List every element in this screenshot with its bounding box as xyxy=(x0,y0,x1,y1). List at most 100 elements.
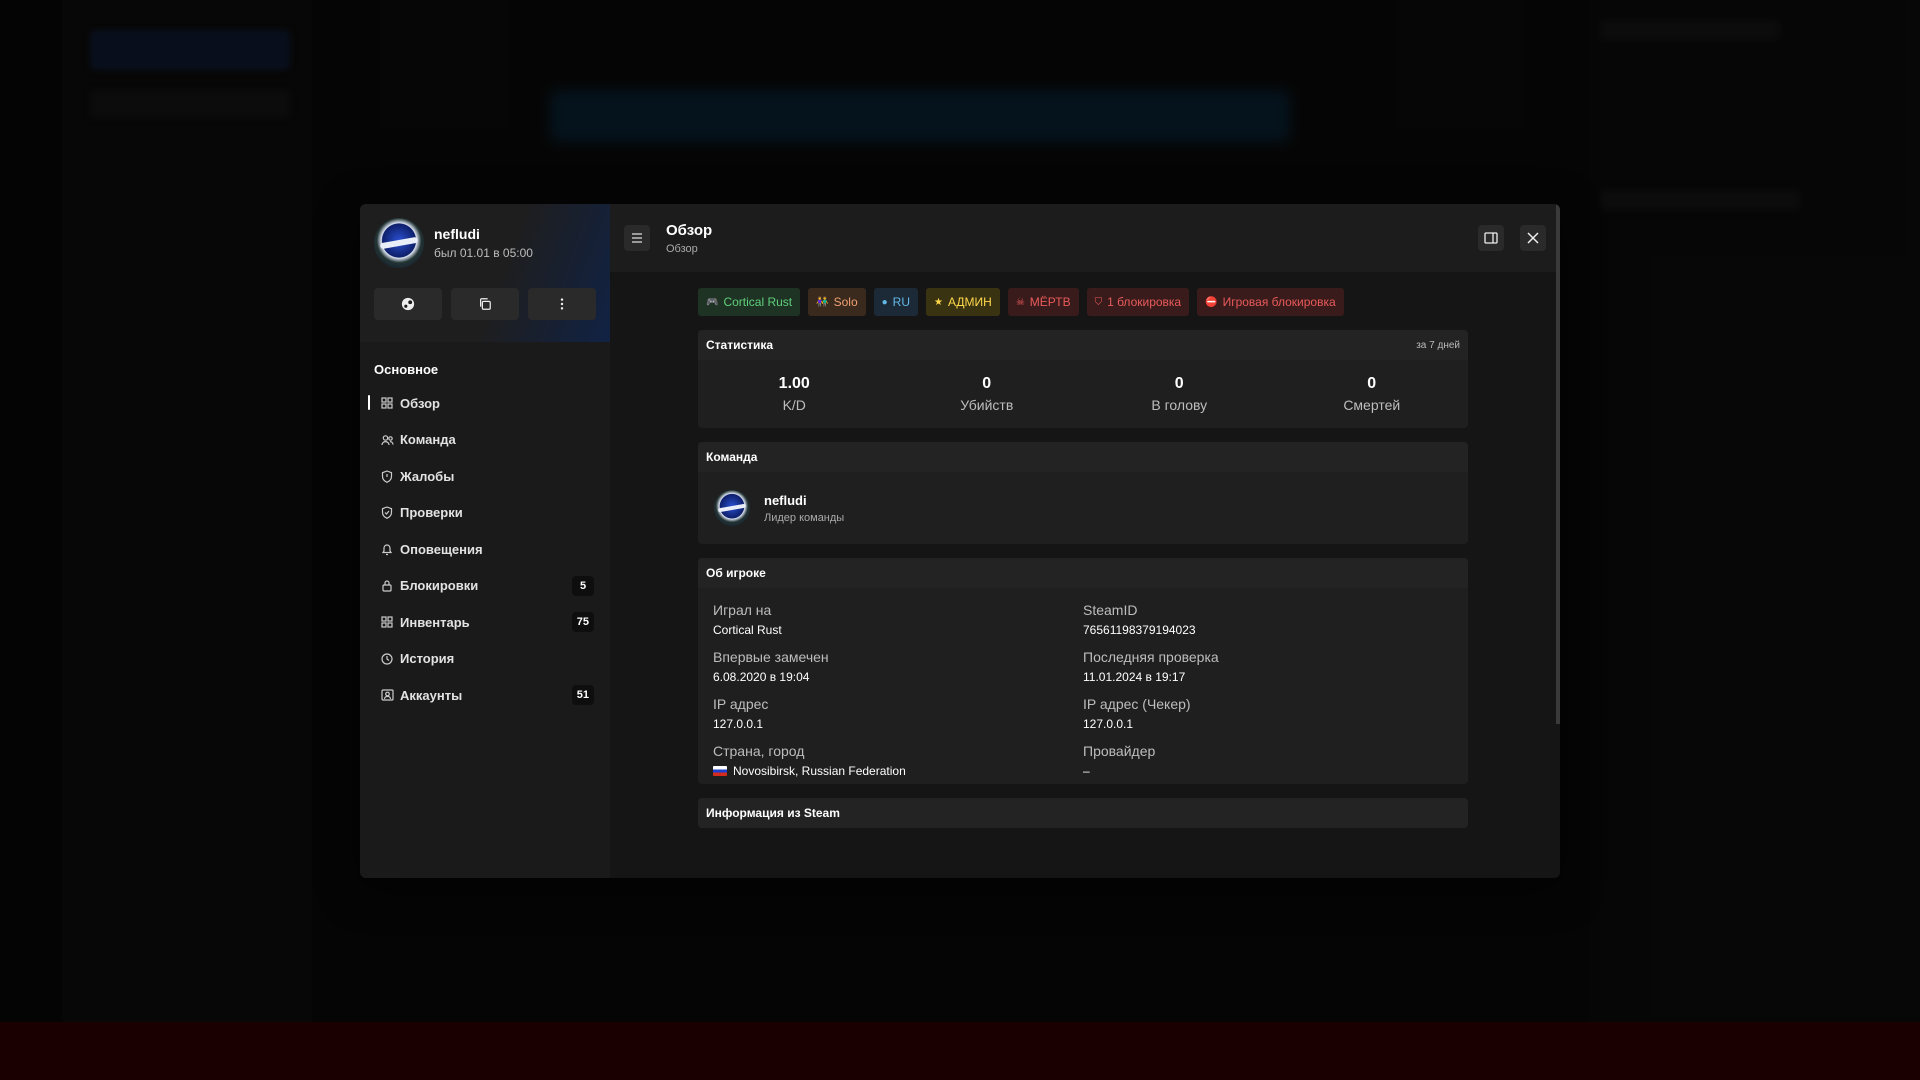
people-icon: 👫 xyxy=(816,296,829,308)
user-info: nefludi был 01.01 в 05:00 xyxy=(374,218,596,268)
sidebar-item-inventory[interactable]: Инвентарь 75 xyxy=(360,604,610,641)
count-badge: 75 xyxy=(571,612,594,633)
server-badge: 🎮 Cortical Rust xyxy=(698,288,801,316)
field-label: Играл на xyxy=(713,602,772,618)
avatar xyxy=(714,490,750,526)
page-title: Обзор xyxy=(666,221,713,239)
sidebar-item-label: Команда xyxy=(400,432,456,448)
field-value: 6.08.2020 в 19:04 xyxy=(713,670,810,684)
field-value: Cortical Rust xyxy=(713,623,782,637)
sidebar-item-checks[interactable]: Проверки xyxy=(360,495,610,532)
stat-kd: 1.00 K/D xyxy=(698,375,891,413)
field-value: 127.0.0.1 xyxy=(713,717,764,731)
info-field: Последняя проверка 11.01.2024 в 19:17 xyxy=(1083,649,1453,684)
shield-check-icon xyxy=(380,506,394,520)
toggle-panel-button[interactable] xyxy=(1478,225,1504,251)
steam-card: Информация из Steam xyxy=(698,798,1468,828)
menu-button[interactable] xyxy=(624,225,650,251)
info-field: Страна, город Novosibirsk, Russian Federa… xyxy=(713,743,1083,778)
member-name: nefludi xyxy=(764,492,807,508)
sidebar-nav: Обзор Команда Жалобы Проверки Оповещения… xyxy=(360,385,610,714)
profile-header: nefludi был 01.01 в 05:00 xyxy=(360,204,610,342)
info-field: SteamID 76561198379194023 xyxy=(1083,602,1453,637)
sidebar-item-history[interactable]: История xyxy=(360,641,610,678)
member-role: Лидер команды xyxy=(764,511,845,524)
skull-icon: ☠ xyxy=(1015,296,1025,308)
sidebar-item-accounts[interactable]: Аккаунты 51 xyxy=(360,677,610,714)
modal-header: Обзор Обзор xyxy=(610,204,1560,272)
copy-icon xyxy=(480,298,491,310)
stats-card: Статистика за 7 дней 1.00 K/D 0 Убийств 0 В… xyxy=(698,330,1468,428)
sidebar-item-label: Оповещения xyxy=(400,541,483,557)
field-label: Страна, город xyxy=(713,743,805,759)
shield-icon xyxy=(380,469,394,483)
field-value-country: Novosibirsk, Russian Federation xyxy=(713,764,1083,778)
russia-flag-icon xyxy=(713,766,727,776)
close-button[interactable] xyxy=(1520,225,1546,251)
page-title-block: Обзор Обзор xyxy=(666,222,712,255)
stat-deaths: 0 Смертей xyxy=(1276,375,1469,413)
team-member[interactable]: nefludi Лидер команды xyxy=(698,472,1468,544)
field-value: 76561198379194023 xyxy=(1083,623,1196,637)
more-vertical-icon xyxy=(560,298,564,310)
card-header: Статистика за 7 дней xyxy=(698,330,1468,360)
sidebar-item-team[interactable]: Команда xyxy=(360,422,610,459)
bell-icon xyxy=(380,542,394,556)
field-value: – xyxy=(1083,764,1090,778)
sidebar-item-overview[interactable]: Обзор xyxy=(360,385,610,422)
scrollbar[interactable] xyxy=(1556,204,1560,724)
overview-content: 🎮 Cortical Rust 👫 Solo ● RU ★ АДМИН ☠ МЁРТВ ⛉… xyxy=(698,288,1468,828)
close-icon xyxy=(1527,232,1539,244)
steam-button[interactable] xyxy=(374,288,442,320)
info-field: Играл на Cortical Rust xyxy=(713,602,1083,637)
ban-count-badge: ⛉ 1 блокировка xyxy=(1086,288,1190,316)
grid-icon xyxy=(380,396,394,410)
chip-label: АДМИН xyxy=(947,295,992,309)
info-field: Впервые замечен 6.08.2020 в 19:04 xyxy=(713,649,1083,684)
clock-icon xyxy=(380,652,394,666)
sidebar-item-bans[interactable]: Блокировки 5 xyxy=(360,568,610,605)
game-ban-badge: ⛔ Игровая блокировка xyxy=(1197,288,1344,316)
sidebar-item-label: Проверки xyxy=(400,505,463,521)
info-field: IP адрес 127.0.0.1 xyxy=(713,696,1083,731)
mode-badge: 👫 Solo xyxy=(808,288,866,316)
info-field: Провайдер – xyxy=(1083,743,1453,778)
field-label: Впервые замечен xyxy=(713,649,829,665)
sidebar-item-label: История xyxy=(400,651,455,667)
card-title: Статистика xyxy=(706,338,774,352)
chip-label: МЁРТВ xyxy=(1029,295,1071,309)
lock-icon xyxy=(380,579,394,593)
more-button[interactable] xyxy=(528,288,596,320)
copy-button[interactable] xyxy=(451,288,519,320)
chip-label: Cortical Rust xyxy=(723,295,793,309)
status-chips: 🎮 Cortical Rust 👫 Solo ● RU ★ АДМИН ☠ МЁРТВ ⛉… xyxy=(698,288,1468,316)
sidebar-item-reports[interactable]: Жалобы xyxy=(360,458,610,495)
field-label: SteamID xyxy=(1083,602,1138,618)
field-value: Novosibirsk, Russian Federation xyxy=(733,764,906,778)
count-badge: 51 xyxy=(571,685,594,706)
globe-icon: ● xyxy=(881,296,888,308)
stat-value: 1.00 xyxy=(778,375,810,392)
sidebar-item-alerts[interactable]: Оповещения xyxy=(360,531,610,568)
stat-label: Смертей xyxy=(1343,397,1401,413)
team-card: Команда nefludi Лидер команды xyxy=(698,442,1468,544)
player-modal: nefludi был 01.01 в 05:00 Основное Обзор… xyxy=(360,204,1560,878)
stat-value: 0 xyxy=(1367,375,1377,392)
region-badge: ● RU xyxy=(873,288,919,316)
stat-label: Убийств xyxy=(960,397,1014,413)
user-group-icon xyxy=(380,688,394,702)
field-label: Провайдер xyxy=(1083,743,1156,759)
card-header: Информация из Steam xyxy=(698,798,1468,828)
stat-kills: 0 Убийств xyxy=(891,375,1084,413)
admin-badge: ★ АДМИН xyxy=(926,288,1000,316)
stat-label: K/D xyxy=(782,397,806,413)
star-icon: ★ xyxy=(934,296,943,308)
steam-icon xyxy=(401,297,415,311)
last-seen: был 01.01 в 05:00 xyxy=(434,246,533,260)
stat-label: В голову xyxy=(1151,397,1208,413)
chip-label: RU xyxy=(892,295,911,309)
field-label: IP адрес xyxy=(713,696,769,712)
gamepad-icon: 🎮 xyxy=(706,296,719,308)
count-badge: 5 xyxy=(572,575,594,596)
breadcrumb: Обзор xyxy=(666,242,698,255)
